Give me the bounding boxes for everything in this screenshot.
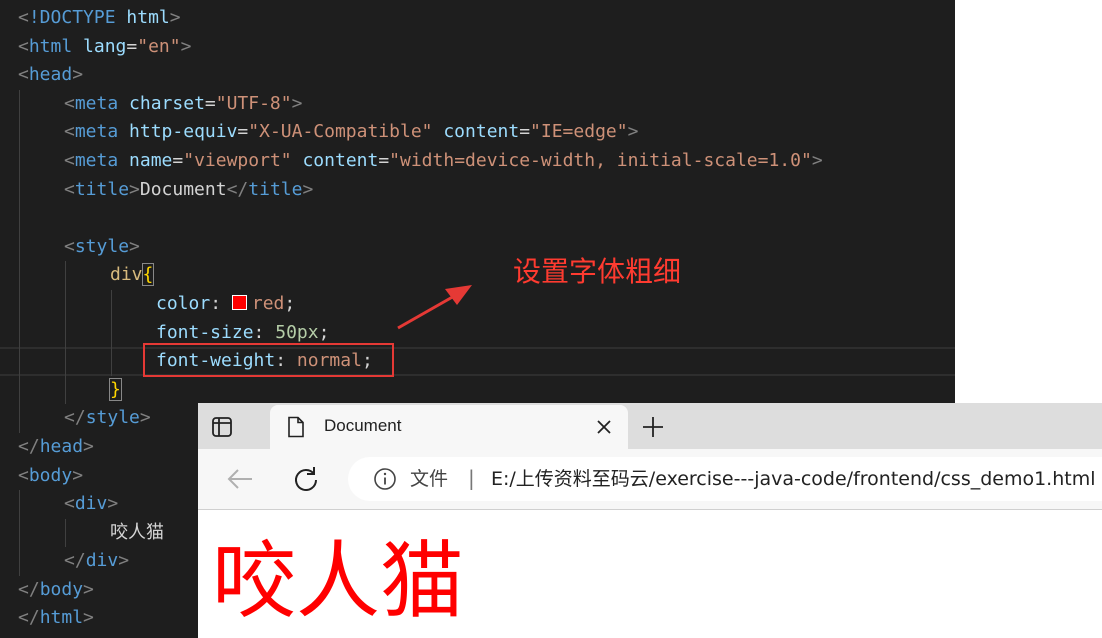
browser-toolbar: 文件 | E:/上传资料至码云/exercise---java-code/fro… bbox=[198, 449, 1102, 510]
info-icon[interactable] bbox=[373, 467, 397, 495]
browser-window: Document 文件 | E:/上传资料至码云/exercise---java… bbox=[198, 403, 1102, 638]
site-info-label[interactable]: 文件 bbox=[410, 467, 448, 491]
highlight-box bbox=[143, 343, 394, 377]
tab-document[interactable]: Document bbox=[270, 405, 628, 449]
back-arrow-icon[interactable] bbox=[226, 465, 254, 493]
tab-title: Document bbox=[324, 416, 402, 435]
refresh-icon[interactable] bbox=[292, 465, 320, 493]
page-viewport: 咬人猫 bbox=[198, 510, 1102, 638]
tab-actions-icon[interactable] bbox=[210, 415, 234, 439]
page-icon bbox=[286, 416, 306, 442]
address-bar[interactable]: 文件 | E:/上传资料至码云/exercise---java-code/fro… bbox=[348, 457, 1102, 501]
rendered-div-text: 咬人猫 bbox=[212, 532, 465, 630]
plus-icon[interactable] bbox=[641, 415, 665, 439]
url-text[interactable]: E:/上传资料至码云/exercise---java-code/frontend… bbox=[491, 467, 1096, 491]
close-icon[interactable] bbox=[594, 417, 614, 437]
tab-strip: Document bbox=[198, 403, 1102, 449]
address-separator: | bbox=[468, 466, 475, 490]
annotation-label: 设置字体粗细 bbox=[513, 255, 682, 288]
